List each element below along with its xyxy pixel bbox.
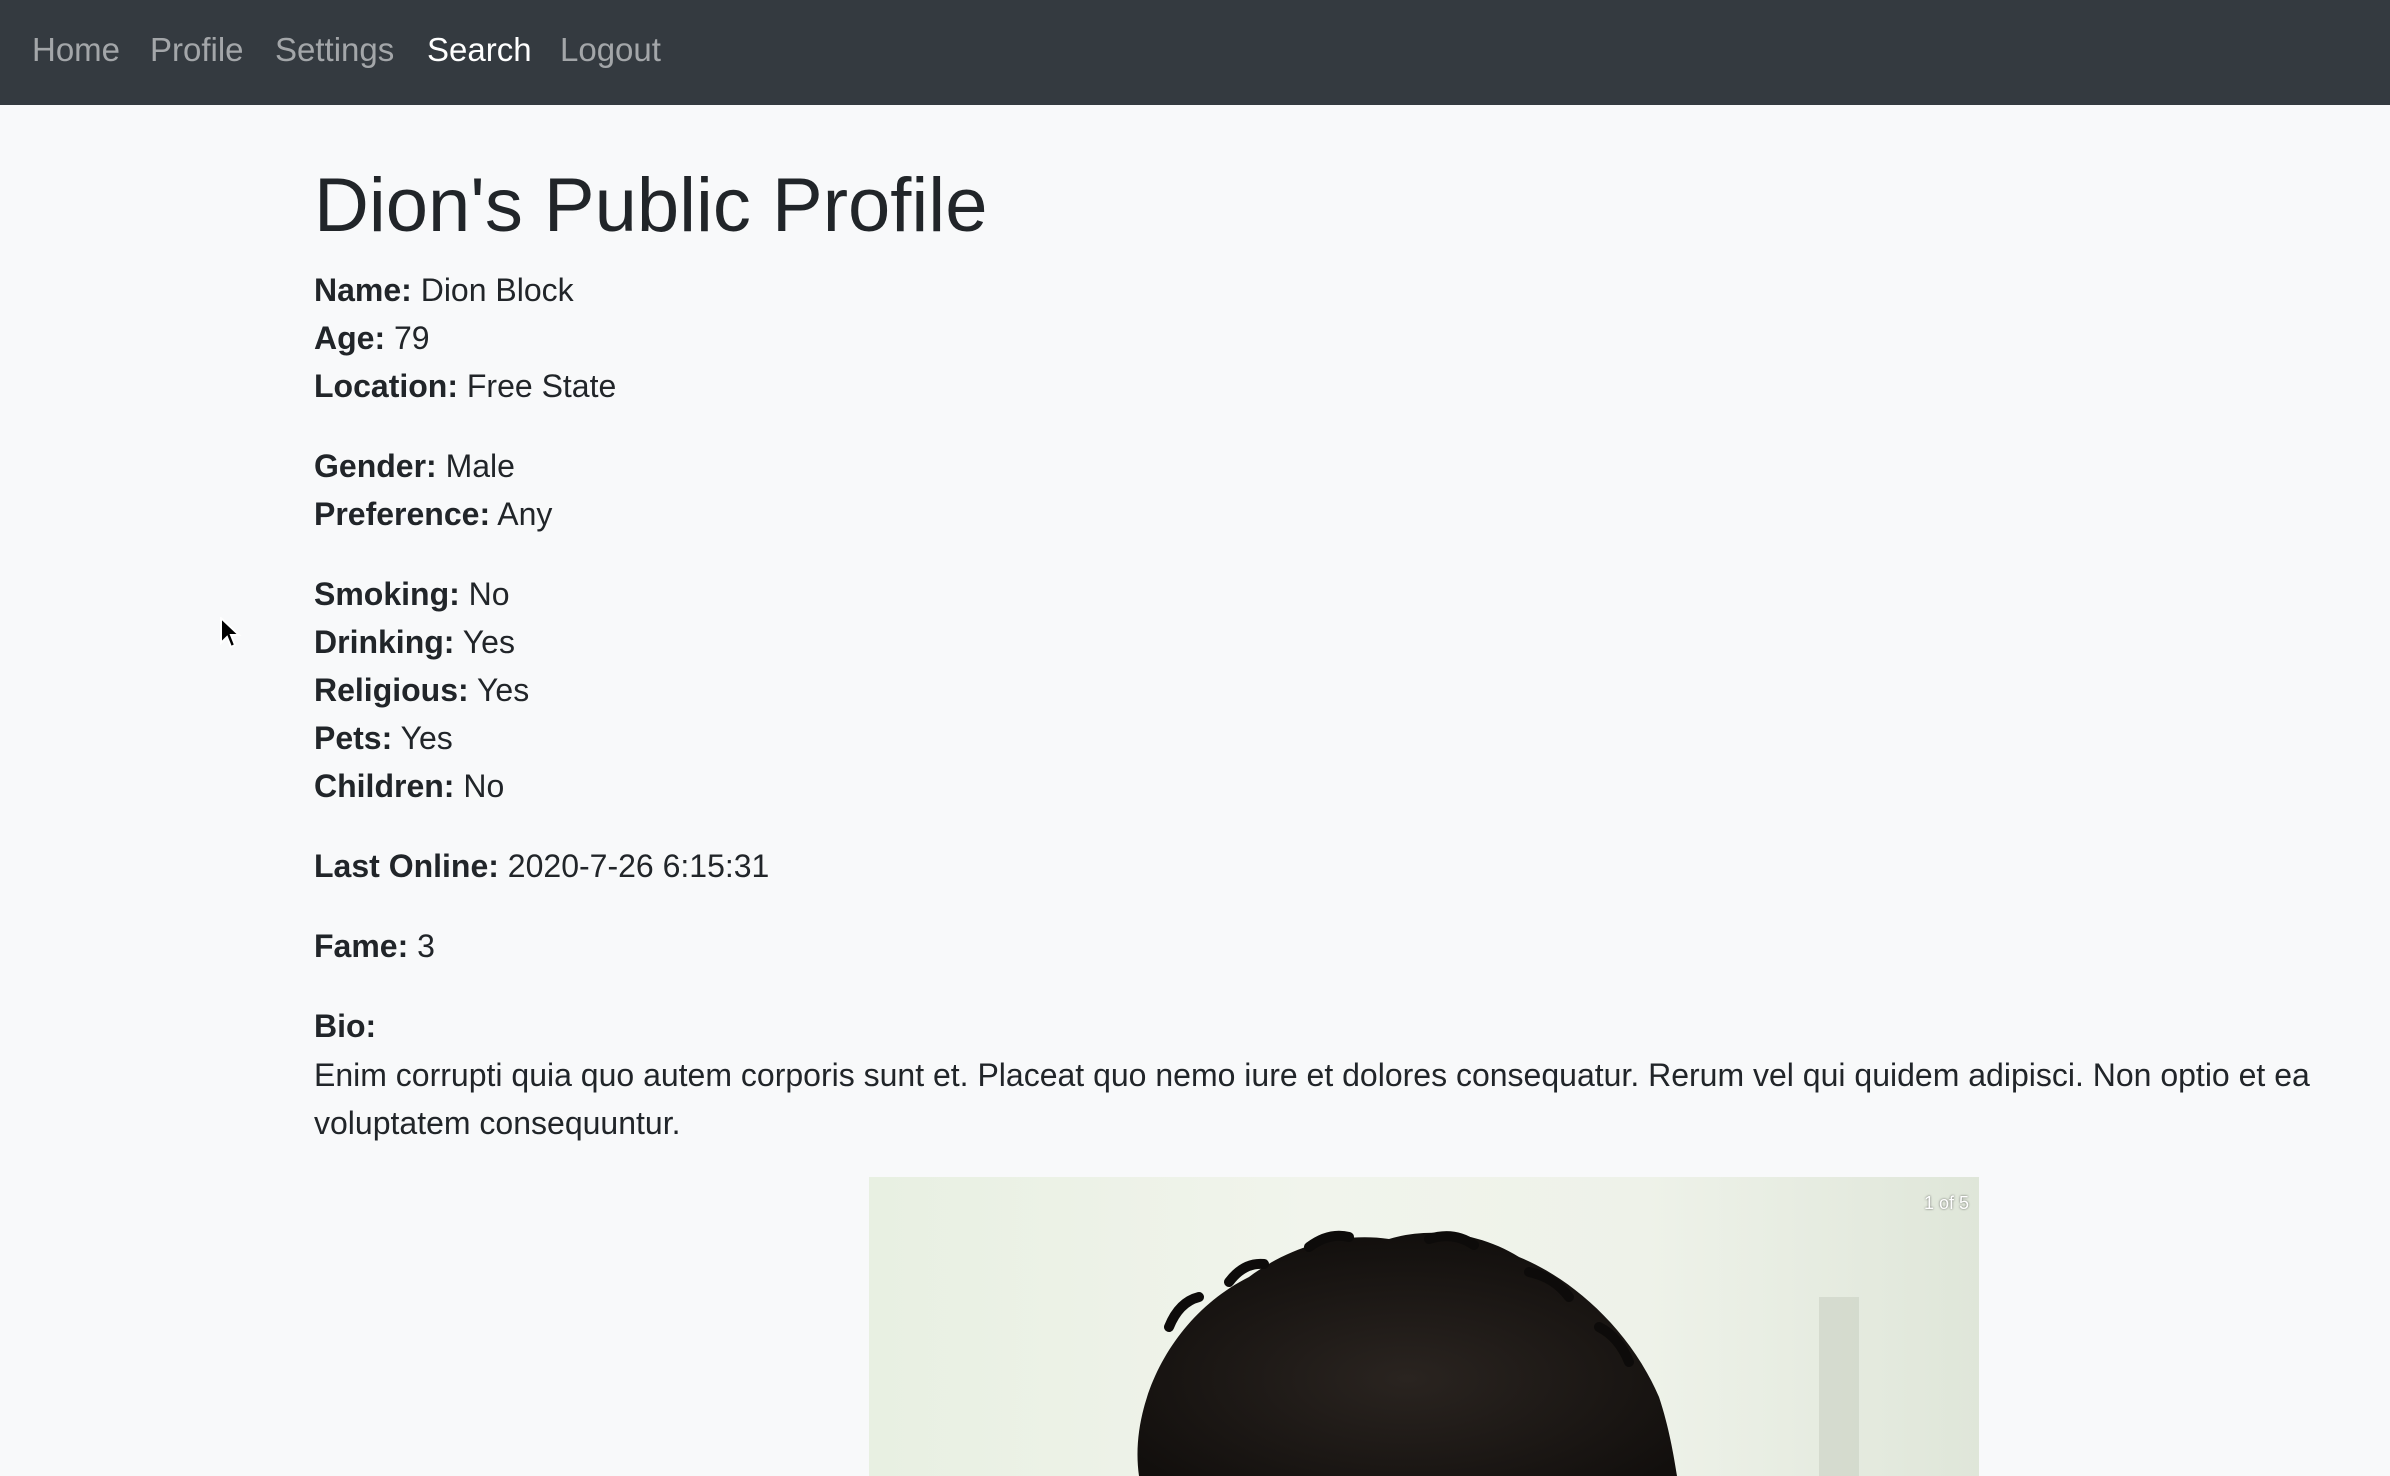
children-value: No [463, 768, 505, 804]
age-value: 79 [394, 320, 430, 356]
last-online-field: Last Online: 2020-7-26 6:15:31 [314, 846, 769, 886]
preference-value: Any [497, 496, 553, 532]
age-field: Age: 79 [314, 318, 430, 358]
photo-carousel[interactable]: 1 of 5 [869, 1177, 1979, 1476]
bio-text: Enim corrupti quia quo autem corporis su… [314, 1057, 2310, 1141]
children-field: Children: No [314, 766, 504, 806]
last-online-value: 2020-7-26 6:15:31 [507, 848, 770, 884]
name-value: Dion Block [420, 272, 574, 308]
page-title: Dion's Public Profile [314, 163, 988, 248]
bio-field: Bio: [314, 1006, 376, 1046]
nav-settings-link[interactable]: Settings [275, 30, 394, 70]
smoking-value: No [468, 576, 510, 612]
preference-field: Preference: Any [314, 494, 552, 534]
pets-label: Pets: [314, 720, 393, 756]
smoking-label: Smoking: [314, 576, 460, 612]
pets-value: Yes [400, 720, 453, 756]
fame-value: 3 [417, 928, 435, 964]
location-label: Location: [314, 368, 458, 404]
pets-field: Pets: Yes [314, 718, 453, 758]
gender-field: Gender: Male [314, 446, 515, 486]
religious-label: Religious: [314, 672, 469, 708]
location-value: Free State [466, 368, 617, 404]
smoking-field: Smoking: No [314, 574, 510, 614]
religious-value: Yes [476, 672, 530, 708]
last-online-label: Last Online: [314, 848, 499, 884]
nav-logout-link[interactable]: Logout [560, 30, 661, 70]
preference-label: Preference: [314, 496, 491, 532]
gender-label: Gender: [314, 448, 437, 484]
profile-photo [1137, 1230, 1859, 1476]
children-label: Children: [314, 768, 455, 804]
bio-label: Bio: [314, 1008, 377, 1044]
nav-search-link[interactable]: Search [427, 30, 532, 70]
gender-value: Male [445, 448, 515, 484]
name-label: Name: [314, 272, 412, 308]
fame-field: Fame: 3 [314, 926, 435, 966]
top-navbar: Home Profile Settings Search Logout [0, 0, 2390, 105]
mouse-cursor-icon [220, 617, 242, 649]
location-field: Location: Free State [314, 366, 616, 406]
nav-home-link[interactable]: Home [32, 30, 120, 70]
nav-profile-link[interactable]: Profile [150, 30, 244, 70]
fame-label: Fame: [314, 928, 409, 964]
carousel-counter: 1 of 5 [1923, 1193, 1969, 1213]
drinking-label: Drinking: [314, 624, 455, 660]
religious-field: Religious: Yes [314, 670, 529, 710]
name-field: Name: Dion Block [314, 270, 574, 310]
age-label: Age: [314, 320, 386, 356]
drinking-field: Drinking: Yes [314, 622, 515, 662]
drinking-value: Yes [462, 624, 515, 660]
